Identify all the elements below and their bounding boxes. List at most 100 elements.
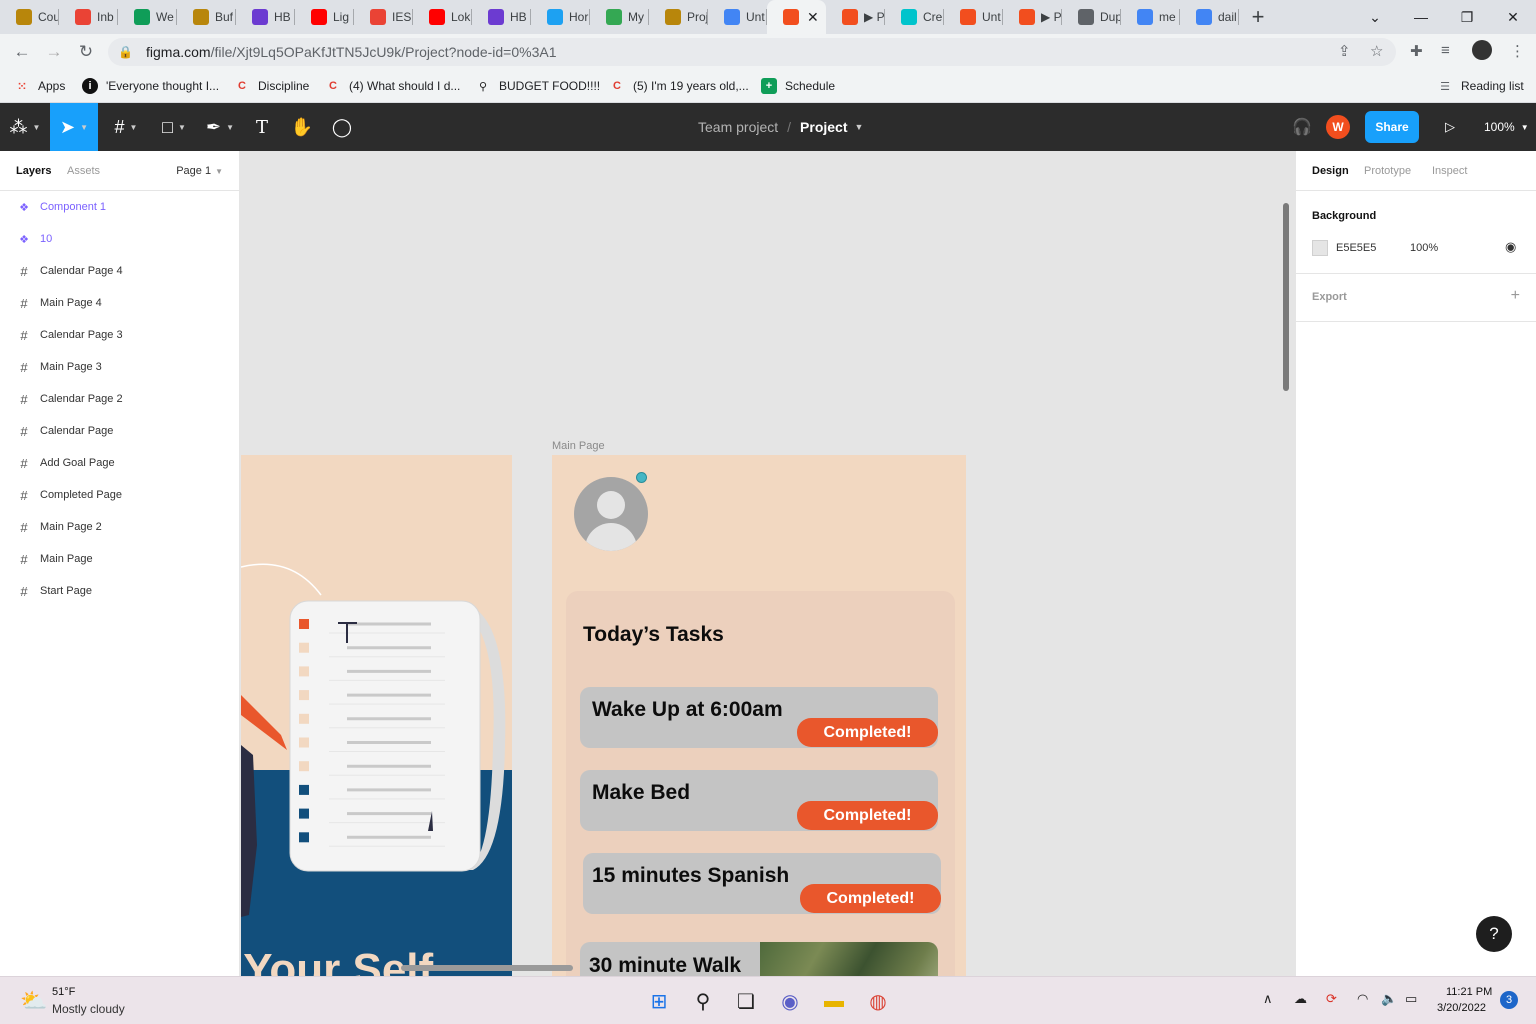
browser-tab[interactable]: Hor — [531, 0, 590, 34]
tray-chevron-up-icon[interactable]: ∧ — [1263, 991, 1273, 1007]
onedrive-cloud-icon[interactable]: ☁ — [1294, 991, 1307, 1007]
tab-design[interactable]: Design — [1312, 165, 1349, 177]
search-icon[interactable]: ⚲ — [689, 987, 717, 1015]
layer-item[interactable]: ❖ Component 1 — [0, 191, 240, 223]
completed-button[interactable]: Completed! — [797, 718, 938, 747]
tab-inspect[interactable]: Inspect — [1432, 165, 1467, 177]
layer-item[interactable]: # Main Page — [0, 543, 240, 575]
headphones-icon[interactable]: 🎧 — [1290, 103, 1314, 151]
user-avatar[interactable]: W — [1326, 115, 1350, 139]
wifi-icon[interactable]: ◠ — [1357, 991, 1368, 1007]
file-explorer-icon[interactable]: ▬ — [820, 987, 848, 1015]
notification-badge[interactable]: 3 — [1500, 991, 1518, 1009]
present-play-icon[interactable]: ▷ — [1438, 103, 1462, 151]
add-export-plus-icon[interactable]: + — [1511, 287, 1520, 305]
weather-cloud-icon[interactable]: ⛅ — [20, 988, 47, 1014]
browser-tab[interactable]: HB — [236, 0, 295, 34]
background-opacity-input[interactable]: 100% — [1410, 242, 1438, 254]
task-item[interactable]: Make Bed Completed! — [580, 770, 938, 831]
background-color-swatch[interactable] — [1312, 240, 1328, 256]
bookmark-schedule[interactable]: + Schedule — [761, 76, 835, 96]
bookmark-star-icon[interactable]: ☆ — [1370, 42, 1383, 60]
bookmark-apps[interactable]: ⁙ Apps — [14, 76, 65, 96]
browser-tab[interactable]: Inb — [59, 0, 118, 34]
frame-tool-icon[interactable]: # ▼ — [106, 103, 146, 151]
reading-list[interactable]: ☰ Reading list — [1437, 76, 1524, 96]
minimize-button[interactable]: — — [1398, 0, 1444, 34]
background-hex-input[interactable]: E5E5E5 — [1336, 242, 1376, 254]
task-item[interactable]: Wake Up at 6:00am Completed! — [580, 687, 938, 748]
tab-search-icon[interactable]: ⌄ — [1352, 0, 1398, 34]
eye-icon[interactable]: ◉ — [1505, 239, 1516, 255]
horizontal-scrollbar[interactable] — [401, 965, 573, 971]
bookmark-everyone[interactable]: i 'Everyone thought I... — [82, 76, 219, 96]
browser-tab[interactable]: Lig — [295, 0, 354, 34]
browser-tab[interactable]: HB — [472, 0, 531, 34]
browser-tab[interactable]: Dup — [1062, 0, 1121, 34]
extensions-icon[interactable]: ✚ — [1410, 42, 1423, 60]
share-button[interactable]: Share — [1365, 111, 1419, 143]
main-page-frame[interactable]: Today’s Tasks Wake Up at 6:00am Complete… — [552, 455, 966, 976]
text-tool-icon[interactable]: T — [248, 103, 276, 151]
battery-icon[interactable]: ▭ — [1405, 991, 1417, 1007]
layer-item[interactable]: # Main Page 4 — [0, 287, 240, 319]
layer-item[interactable]: # Completed Page — [0, 479, 240, 511]
file-breadcrumb[interactable]: Team project / Project ▼ — [698, 103, 863, 151]
browser-tab[interactable]: We — [118, 0, 177, 34]
layer-item[interactable]: # Calendar Page 3 — [0, 319, 240, 351]
browser-tab[interactable]: My — [590, 0, 649, 34]
browser-tab[interactable]: Unt — [708, 0, 767, 34]
layer-item[interactable]: # Calendar Page — [0, 415, 240, 447]
completed-button[interactable]: Completed! — [800, 884, 941, 913]
share-page-icon[interactable]: ⇪ — [1338, 42, 1351, 60]
browser-tab[interactable]: IES — [354, 0, 413, 34]
weather-description[interactable]: Mostly cloudy — [52, 1002, 125, 1016]
vertical-scrollbar[interactable] — [1283, 203, 1289, 391]
pen-tool-icon[interactable]: ✒ ▼ — [200, 103, 240, 151]
zoom-dropdown[interactable]: 100% ▼ — [1484, 103, 1529, 151]
browser-tab[interactable]: ▶ P — [826, 0, 885, 34]
bookmark-budget-food[interactable]: ⚲ BUDGET FOOD!!!! — [475, 76, 600, 96]
clock-time[interactable]: 11:21 PM — [1446, 986, 1492, 998]
frame-label[interactable]: Main Page — [552, 440, 605, 452]
figma-menu-icon[interactable]: ⁂ ▼ — [0, 103, 50, 151]
help-button[interactable]: ? — [1476, 916, 1512, 952]
browser-tab[interactable]: Buf — [177, 0, 236, 34]
browser-tab[interactable]: Lok — [413, 0, 472, 34]
restore-button[interactable]: ❐ — [1444, 0, 1490, 34]
bookmark-discipline[interactable]: C Discipline — [234, 76, 309, 96]
browser-tab[interactable]: Unt — [944, 0, 1003, 34]
move-tool-icon[interactable]: ➤ ▼ — [50, 103, 98, 151]
task-view-icon[interactable]: ❏ — [732, 987, 760, 1015]
start-page-frame[interactable]: n Your Self — [241, 455, 512, 976]
browser-tab[interactable]: ▶ P — [1003, 0, 1062, 34]
forward-arrow-icon[interactable]: → — [41, 39, 67, 65]
layer-item[interactable]: ❖ 10 — [0, 223, 240, 255]
figma-canvas[interactable]: n Your Self Main Page Today’s Tasks Wake… — [241, 151, 1295, 976]
windows-start-icon[interactable]: ⊞ — [645, 987, 673, 1015]
task-item[interactable]: 15 minutes Spanish Completed! — [583, 853, 941, 914]
close-tab-icon[interactable]: ✕ — [807, 9, 819, 26]
tab-assets[interactable]: Assets — [67, 165, 100, 177]
tab-prototype[interactable]: Prototype — [1364, 165, 1411, 177]
browser-tab[interactable]: Cre — [885, 0, 944, 34]
layer-item[interactable]: # Add Goal Page — [0, 447, 240, 479]
project-name[interactable]: Project — [800, 119, 847, 135]
bookmark-19-years[interactable]: C (5) I'm 19 years old,... — [609, 76, 749, 96]
shape-tool-icon[interactable]: □ ▼ — [154, 103, 194, 151]
browser-tab[interactable]: ✕ — [767, 0, 826, 34]
browser-tab[interactable]: Proj — [649, 0, 708, 34]
page-selector[interactable]: Page 1 ▼ — [176, 165, 223, 177]
layer-item[interactable]: # Start Page — [0, 575, 240, 607]
comment-tool-icon[interactable]: ◯ — [328, 103, 356, 151]
sync-icon[interactable]: ⟳ — [1326, 991, 1337, 1007]
url-input[interactable]: 🔒 figma.com/file/Xjt9Lq5OPaKfJtTN5JcU9k/… — [108, 38, 1396, 66]
task-item[interactable]: 30 minute Walk — [580, 942, 938, 976]
browser-tab[interactable]: dail — [1180, 0, 1239, 34]
chrome-icon[interactable]: ◍ — [864, 987, 892, 1015]
back-arrow-icon[interactable]: ← — [9, 39, 35, 65]
volume-icon[interactable]: 🔈 — [1381, 991, 1397, 1007]
kebab-menu-icon[interactable]: ⋮ — [1510, 42, 1525, 60]
layer-item[interactable]: # Main Page 2 — [0, 511, 240, 543]
layer-item[interactable]: # Calendar Page 4 — [0, 255, 240, 287]
